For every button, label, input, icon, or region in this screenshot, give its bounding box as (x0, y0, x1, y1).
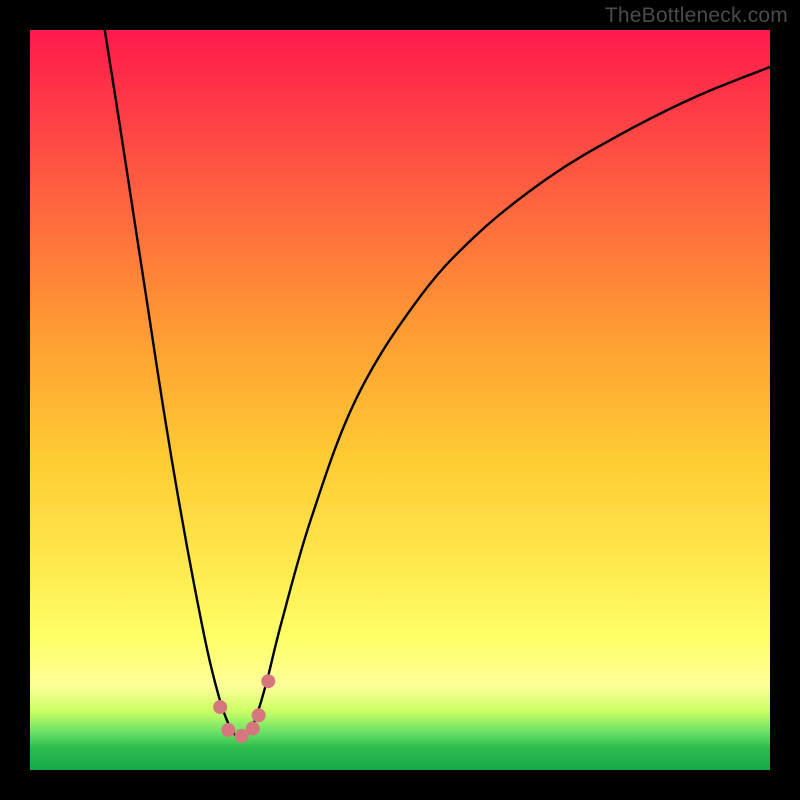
watermark-text: TheBottleneck.com (605, 4, 788, 28)
curve-markers (213, 674, 275, 743)
curve-marker (246, 722, 260, 736)
curve-layer (30, 30, 770, 770)
bottleneck-curve (105, 30, 770, 737)
curve-marker (221, 723, 235, 737)
curve-marker (261, 674, 275, 688)
curve-marker (252, 708, 266, 722)
chart-frame: TheBottleneck.com (0, 0, 800, 800)
curve-marker (213, 700, 227, 714)
plot-area (30, 30, 770, 770)
